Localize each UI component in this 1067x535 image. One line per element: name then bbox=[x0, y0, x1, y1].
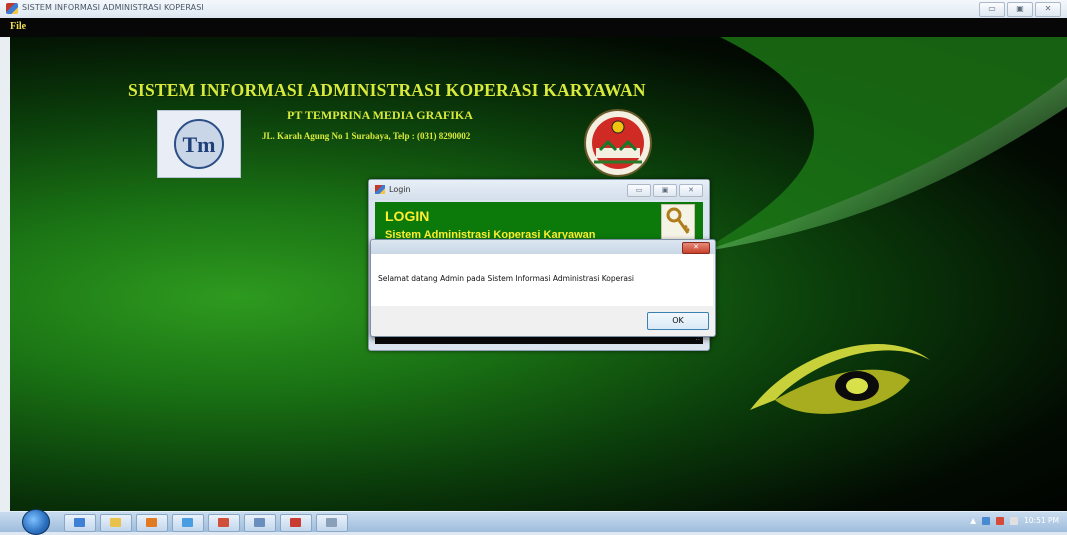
login-titlebar: Login ▭ ▣ ✕ bbox=[369, 180, 709, 200]
tray-chevron-icon[interactable]: ▲ bbox=[970, 516, 976, 525]
taskbar-app-button[interactable] bbox=[280, 514, 312, 532]
taskbar-app-button[interactable] bbox=[316, 514, 348, 532]
dialog-titlebar: ✕ bbox=[371, 240, 715, 254]
volume-icon[interactable] bbox=[1010, 516, 1018, 525]
clock[interactable]: 10:51 PM bbox=[1024, 516, 1059, 525]
minimize-button[interactable]: ▭ bbox=[979, 2, 1005, 17]
pen-icon bbox=[74, 518, 85, 527]
company-name: PT TEMPRINA MEDIA GRAFIKA bbox=[287, 108, 473, 122]
main-window-titlebar: SISTEM INFORMASI ADMINISTRASI KOPERASI ▭… bbox=[0, 0, 1067, 19]
login-close-button[interactable]: ✕ bbox=[679, 184, 703, 197]
paint-icon bbox=[218, 518, 229, 527]
app-icon bbox=[182, 518, 193, 527]
login-minimize-button[interactable]: ▭ bbox=[627, 184, 651, 197]
taskbar-app-button[interactable] bbox=[172, 514, 204, 532]
main-content: SISTEM INFORMASI ADMINISTRASI KOPERASI K… bbox=[0, 37, 1067, 511]
flag-icon[interactable] bbox=[996, 516, 1004, 525]
dialog-message-text: Selamat datang Admin pada Sistem Informa… bbox=[378, 274, 634, 283]
taskbar-pen-button[interactable] bbox=[64, 514, 96, 532]
network-icon[interactable] bbox=[982, 516, 990, 525]
taskbar: ▲ 10:51 PM bbox=[0, 509, 1067, 535]
app-icon bbox=[254, 518, 265, 527]
app-icon bbox=[326, 518, 337, 527]
login-restore-button[interactable]: ▣ bbox=[653, 184, 677, 197]
taskbar-media-button[interactable] bbox=[136, 514, 168, 532]
ok-button[interactable]: OK bbox=[647, 312, 709, 330]
login-window-title: Login bbox=[389, 185, 411, 194]
taskbar-app-button[interactable] bbox=[244, 514, 276, 532]
welcome-message-dialog: ✕ Selamat datang Admin pada Sistem Infor… bbox=[370, 239, 716, 337]
company-address: JL. Karah Agung No 1 Surabaya, Telp : (0… bbox=[262, 131, 471, 141]
key-icon bbox=[661, 204, 695, 240]
koperasi-emblem-icon bbox=[556, 104, 680, 182]
app-header-title: SISTEM INFORMASI ADMINISTRASI KOPERASI K… bbox=[128, 80, 646, 100]
menu-bar: File bbox=[0, 18, 1067, 37]
menu-file[interactable]: File bbox=[10, 21, 26, 32]
media-icon bbox=[146, 518, 157, 527]
window-title: SISTEM INFORMASI ADMINISTRASI KOPERASI bbox=[22, 3, 204, 12]
dialog-close-button[interactable]: ✕ bbox=[682, 242, 710, 254]
app-icon bbox=[6, 3, 18, 14]
tm-logo-icon: Tm bbox=[157, 110, 241, 178]
restore-button[interactable]: ▣ bbox=[1007, 2, 1033, 17]
folder-icon bbox=[110, 518, 121, 527]
eye-emblem-icon bbox=[750, 344, 930, 414]
taskbar-folder-button[interactable] bbox=[100, 514, 132, 532]
system-tray: ▲ 10:51 PM bbox=[970, 516, 1059, 525]
svg-text:Tm: Tm bbox=[183, 132, 216, 157]
close-button[interactable]: ✕ bbox=[1035, 2, 1061, 17]
login-app-icon bbox=[375, 185, 385, 194]
taskbar-paint-button[interactable] bbox=[208, 514, 240, 532]
login-heading: LOGIN bbox=[385, 208, 430, 224]
app-icon bbox=[290, 518, 301, 527]
dialog-message-area: Selamat datang Admin pada Sistem Informa… bbox=[371, 254, 713, 306]
start-orb-icon[interactable] bbox=[22, 509, 50, 535]
